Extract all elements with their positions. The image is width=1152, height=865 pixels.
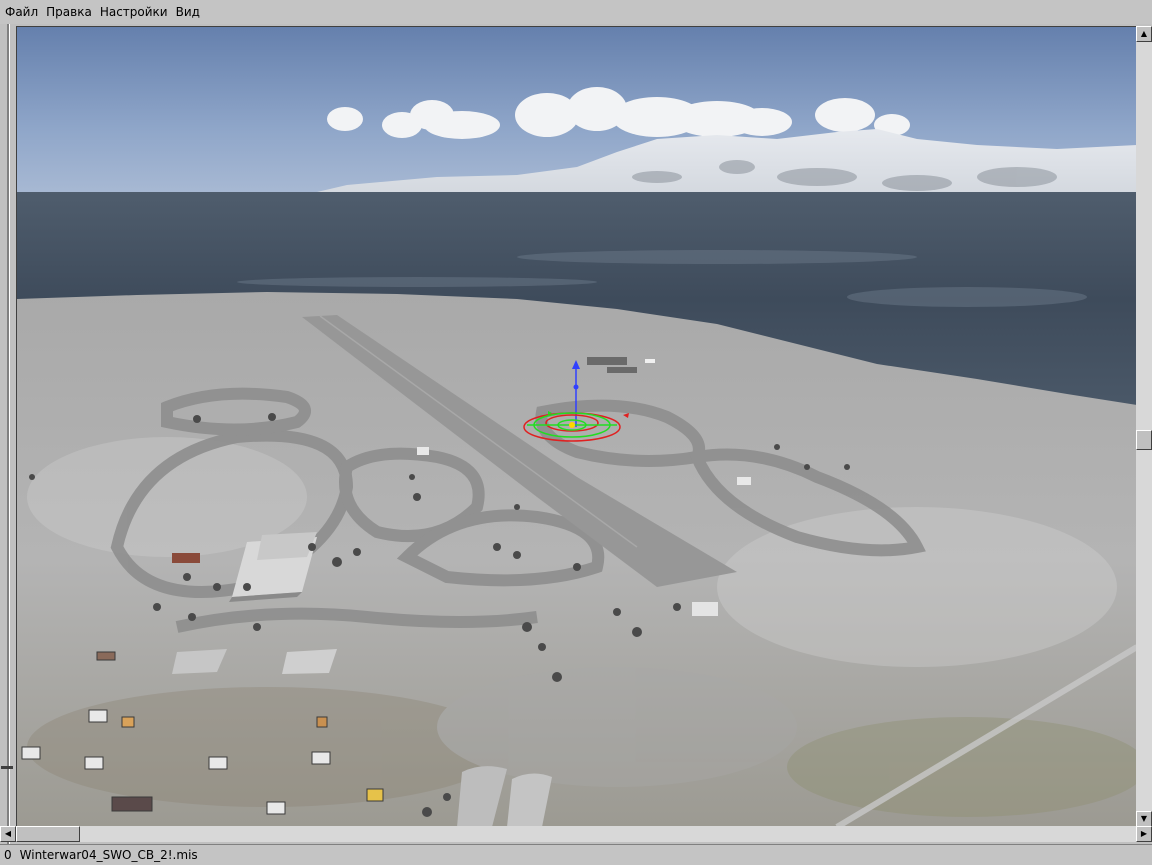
menu-file[interactable]: Файл xyxy=(0,1,41,23)
status-bar: 0 Winterwar04_SWO_CB_2!.mis xyxy=(0,844,1152,865)
status-counter: 0 xyxy=(4,848,12,862)
arrow-left-icon: ◀ xyxy=(4,829,12,838)
arrow-up-icon: ▲ xyxy=(1140,29,1148,38)
left-splitter[interactable] xyxy=(0,24,16,844)
scene-view xyxy=(17,27,1137,827)
arrow-down-icon: ▼ xyxy=(1140,814,1148,823)
vertical-scrollbar[interactable]: ▲ ▼ xyxy=(1136,26,1152,827)
splitter-groove xyxy=(7,24,10,844)
menu-view[interactable]: Вид xyxy=(171,1,203,23)
menu-bar: Файл Правка Настройки Вид xyxy=(0,0,1152,24)
menu-settings[interactable]: Настройки xyxy=(95,1,171,23)
scroll-up-button[interactable]: ▲ xyxy=(1136,26,1152,42)
horizontal-scroll-thumb[interactable] xyxy=(16,826,80,842)
3d-viewport[interactable] xyxy=(16,26,1137,827)
menu-edit[interactable]: Правка xyxy=(41,1,95,23)
horizontal-scrollbar[interactable]: ◀ ▶ xyxy=(0,826,1152,842)
editor-frame: ▲ ▼ ◀ ▶ xyxy=(0,24,1152,844)
vertical-scroll-thumb[interactable] xyxy=(1136,430,1152,450)
scroll-down-button[interactable]: ▼ xyxy=(1136,811,1152,827)
arrow-right-icon: ▶ xyxy=(1140,829,1148,838)
scroll-right-button[interactable]: ▶ xyxy=(1136,826,1152,842)
scroll-left-button[interactable]: ◀ xyxy=(0,826,16,842)
status-mission-file: Winterwar04_SWO_CB_2!.mis xyxy=(19,848,198,862)
splitter-handle[interactable] xyxy=(1,766,13,769)
